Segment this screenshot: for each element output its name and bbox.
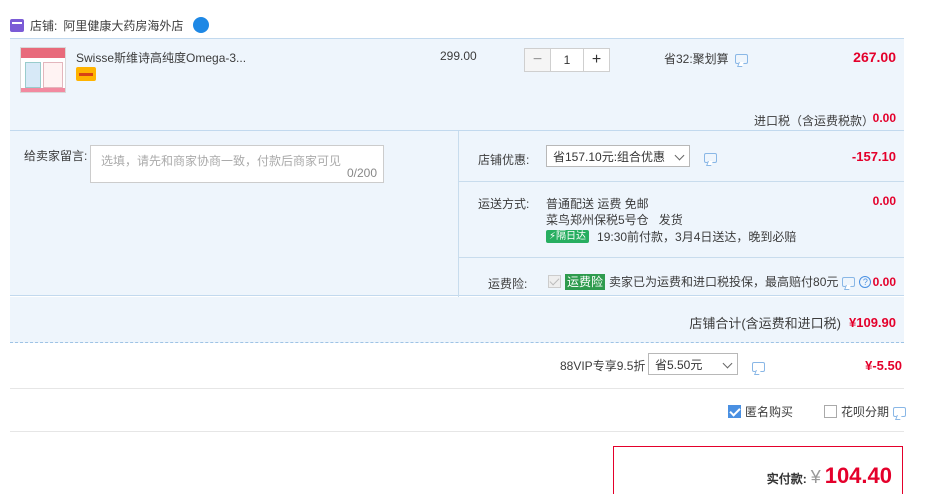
question-icon[interactable]: ? bbox=[859, 275, 872, 288]
shipping-method: 普通配送 运费 免邮 bbox=[546, 197, 649, 211]
huabei-label: 花呗分期 bbox=[841, 405, 890, 419]
shop-header: 店铺: 阿里健康大药房海外店 bbox=[10, 12, 210, 38]
item-row: Swisse斯维诗高纯度Omega-3... 299.00 − 1 + 省32:… bbox=[10, 38, 904, 130]
product-thumbnail[interactable] bbox=[20, 47, 66, 93]
insurance-value: 0.00 bbox=[872, 275, 896, 289]
warehouse-name: 菜鸟郑州保税5号仓 bbox=[546, 213, 649, 227]
shop-name-link[interactable]: 阿里健康大药房海外店 bbox=[63, 17, 183, 34]
decrease-button[interactable]: − bbox=[525, 49, 551, 71]
tax-label: 进口税（含运费税款） bbox=[754, 114, 875, 128]
lightning-icon: ⚡ bbox=[549, 231, 557, 242]
coupon-label: 店铺优惠: bbox=[478, 153, 530, 167]
item-subtotal: 267.00 bbox=[853, 49, 896, 65]
shipping-origin: 菜鸟郑州保税5号仓 发货 bbox=[546, 211, 683, 228]
chevron-down-icon bbox=[722, 358, 733, 369]
memo-counter: 0/200 bbox=[346, 166, 377, 180]
ship-type: 发货 bbox=[658, 213, 683, 227]
wangwang-icon[interactable] bbox=[193, 17, 210, 33]
insurance-text: 卖家已为运费和进口税投保，最高赔付80元 bbox=[609, 275, 839, 289]
increase-button[interactable]: + bbox=[583, 49, 609, 71]
huabei-option[interactable]: 花呗分期 bbox=[824, 403, 907, 420]
chat-icon[interactable] bbox=[704, 153, 717, 163]
card-badge-icon bbox=[76, 67, 96, 81]
chat-icon[interactable] bbox=[893, 406, 907, 417]
shop-label: 店铺: bbox=[30, 18, 58, 33]
memo-placeholder: 选填，请先和商家协商一致，付款后商家可见 bbox=[101, 154, 342, 168]
promise-text: 19:30前付款，3月4日送达，晚到必赔 bbox=[597, 230, 797, 244]
divider bbox=[10, 388, 904, 389]
delivery-promise: ⚡隔日达 19:30前付款，3月4日送达，晚到必赔 bbox=[546, 228, 796, 245]
insurance-checkbox bbox=[548, 275, 561, 288]
insurance-tag: 运费险 bbox=[565, 273, 606, 290]
memo-label: 给卖家留言: bbox=[24, 149, 88, 163]
anonymous-option[interactable]: 匿名购买 bbox=[728, 403, 793, 420]
product-title-link[interactable]: Swisse斯维诗高纯度Omega-3... bbox=[76, 49, 276, 66]
item-discount: 省32:聚划算 bbox=[664, 50, 748, 67]
coupon-select[interactable]: 省157.10元:组合优惠 bbox=[546, 145, 690, 167]
currency-symbol: ¥ bbox=[810, 467, 821, 487]
shipping-value: 0.00 bbox=[872, 194, 896, 208]
coupon-value: -157.10 bbox=[851, 149, 896, 164]
tax-value: 0.00 bbox=[872, 111, 896, 125]
unit-price: 299.00 bbox=[440, 49, 477, 63]
chat-icon[interactable] bbox=[734, 53, 748, 64]
chat-icon[interactable] bbox=[752, 362, 765, 372]
vip-value: ¥-5.50 bbox=[865, 358, 902, 373]
next-day-badge: ⚡隔日达 bbox=[546, 230, 590, 243]
pay-amount: 104.40 bbox=[824, 463, 892, 488]
huabei-checkbox[interactable] bbox=[824, 405, 837, 418]
store-total-row: 店铺合计(含运费和进口税) ¥109.90 bbox=[10, 297, 904, 343]
discount-label: 省32:聚划算 bbox=[664, 52, 729, 66]
shop-icon bbox=[10, 18, 24, 32]
order-options: 给卖家留言: 选填，请先和商家协商一致，付款后商家可见 0/200 店铺优惠: … bbox=[10, 130, 904, 297]
vip-select[interactable]: 省5.50元 bbox=[648, 353, 738, 375]
chat-icon[interactable] bbox=[842, 276, 856, 287]
pay-label: 实付款: bbox=[766, 472, 807, 486]
insurance-label: 运费险: bbox=[488, 277, 528, 291]
divider bbox=[10, 431, 904, 432]
store-total-label: 店铺合计(含运费和进口税) bbox=[689, 316, 841, 331]
insurance-row: 运费险 卖家已为运费和进口税投保，最高赔付80元 ? bbox=[548, 273, 872, 290]
quantity-input[interactable]: 1 bbox=[551, 49, 583, 71]
store-total-value: ¥109.90 bbox=[849, 315, 896, 330]
vip-label: 88VIP专享9.5折 bbox=[560, 359, 646, 373]
chevron-down-icon bbox=[674, 150, 685, 161]
payment-summary: 实付款: ¥ 104.40 bbox=[613, 446, 903, 494]
anonymous-checkbox[interactable] bbox=[728, 405, 741, 418]
memo-textarea[interactable]: 选填，请先和商家协商一致，付款后商家可见 0/200 bbox=[90, 145, 384, 183]
vip-selected: 省5.50元 bbox=[655, 357, 703, 372]
coupon-selected: 省157.10元:组合优惠 bbox=[553, 149, 666, 164]
quantity-stepper: − 1 + bbox=[524, 48, 610, 72]
shipping-label: 运送方式: bbox=[478, 197, 530, 211]
anonymous-label: 匿名购买 bbox=[745, 405, 794, 419]
